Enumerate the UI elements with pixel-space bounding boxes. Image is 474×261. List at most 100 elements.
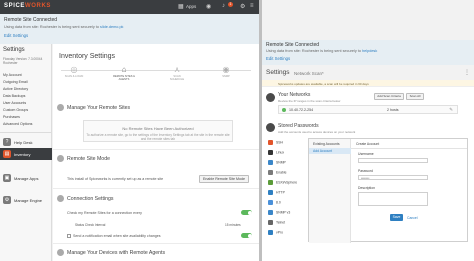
protocol-item[interactable]: SNMP [268, 160, 286, 165]
user-icon[interactable]: ◉ [206, 3, 211, 10]
sidebar-item-outgoing-email[interactable]: Outgoing Email [3, 80, 28, 84]
banner-subtitle-site: Rochester [301, 49, 320, 53]
scan-icon: ◎ [70, 65, 78, 74]
username-input[interactable] [358, 158, 428, 163]
check-connection-label: Check my Remote Sites for a connection e… [67, 211, 142, 215]
no-remote-sites-box: No Remote Sites Have Been Authorized To … [83, 120, 233, 142]
protocol-icon [268, 140, 273, 145]
sidebar-nav-manage-apps[interactable]: ▣ Manage Apps [0, 172, 52, 184]
edit-settings-link[interactable]: Edit Settings [4, 33, 28, 38]
antenna-icon: ⋏ [174, 65, 180, 74]
tab-remote-sites[interactable]: ⌂ REMOTE SITES & AGENTS [113, 65, 135, 81]
sidebar-title: Settings [3, 47, 25, 53]
update-notice: Spiceworks updates are available, a scan… [262, 80, 474, 87]
enable-remote-site-mode-button[interactable]: Enable Remote Site Mode [199, 175, 249, 183]
no-remote-sites-subtitle: To authorize a remote site, go to the se… [86, 133, 230, 141]
inventory-icon: ▤ [3, 150, 11, 158]
apps-grid-icon[interactable]: ▦ [178, 3, 184, 10]
scan-all-button[interactable]: Scan All [406, 93, 424, 100]
settings-title: Settings [266, 69, 290, 76]
tab-label: SCAN SCHEDULE [169, 75, 185, 81]
cancel-link[interactable]: Cancel [407, 216, 418, 220]
description-label: Description [358, 186, 375, 190]
your-networks-subtitle: Review the IP ranges in the scan criteri… [278, 99, 341, 103]
spiceworks-logo[interactable]: SPICEWORKS [4, 3, 51, 9]
check-connection-toggle[interactable] [241, 210, 252, 215]
protocol-item[interactable]: SSH [268, 140, 283, 145]
description-input[interactable] [358, 192, 428, 206]
sidebar-nav-inventory[interactable]: ▤ Inventory [0, 148, 52, 160]
existing-accounts-column: Existing Accounts Add Account [309, 139, 351, 243]
notification-badge: 1 [228, 2, 233, 7]
left-window: SPICEWORKS ▦ Apps ◉ ♪ 1 ⚙ ≡ Remote Site … [0, 0, 259, 261]
protocol-item[interactable]: SNMP v3 [268, 210, 290, 215]
notify-toggle[interactable] [241, 233, 252, 238]
protocol-item[interactable]: HTTP [268, 190, 285, 195]
tab-snmp[interactable]: ◉ SNMP [215, 65, 237, 78]
sidebar-item-advanced-options[interactable]: Advanced Options [3, 122, 32, 126]
username-label: Username [358, 152, 374, 156]
tab-scan-login[interactable]: ◎ SCAN & LOGIN [63, 65, 85, 78]
protocol-label: 8.0 [276, 200, 281, 205]
sidebar-item-active-directory[interactable]: Active Directory [3, 87, 28, 91]
protocol-item[interactable]: Linux [268, 150, 284, 155]
add-scan-criteria-button[interactable]: Add Scan Criteria [374, 93, 404, 100]
apps-link[interactable]: Apps [186, 4, 196, 9]
apps-icon: ▣ [3, 174, 11, 182]
banner-target-link[interactable]: slide.demo.pk [100, 25, 123, 29]
protocol-item[interactable]: Enable [268, 170, 287, 175]
add-account-item[interactable]: Add Account [309, 148, 351, 154]
page-title: Inventory Settings [59, 53, 116, 60]
manage-remote-sites-label: Manage Your Remote Sites [67, 104, 131, 111]
banner-title: Remote Site Connected [266, 42, 320, 48]
protocol-item[interactable]: vPro [268, 230, 283, 235]
protocol-icon [268, 190, 273, 195]
protocol-icon [268, 230, 273, 235]
account-editor-panel: Existing Accounts Add Account Create Acc… [308, 138, 468, 243]
remote-sites-section-icon [57, 104, 64, 111]
sidebar-nav-help-desk[interactable]: ? Help Desk [0, 136, 52, 148]
snmp-icon: ◉ [222, 65, 230, 74]
divider [53, 149, 259, 150]
sidebar-nav-manage-engine[interactable]: ⚙ Manage Engine [0, 194, 52, 206]
protocol-item[interactable]: 8.0 [268, 200, 281, 205]
banner-subtitle-site: Rochester [39, 25, 58, 29]
notify-checkbox[interactable] [67, 234, 71, 238]
save-button[interactable]: Save [390, 214, 403, 221]
manage-agents-heading: Manage Your Devices with Remote Agents [57, 249, 165, 256]
sidebar-item-custom-groups[interactable]: Custom Groups [3, 108, 28, 112]
remote-site-banner: Remote Site Connected Using data from si… [0, 14, 259, 44]
status-interval-label: Status Check Interval [75, 223, 106, 227]
sidebar-item-user-accounts[interactable]: User Accounts [3, 101, 26, 105]
bell-icon[interactable]: ♪ [222, 3, 225, 9]
network-entry-row[interactable]: 10.40.72.2-254 2 hosts ✎ [278, 105, 458, 114]
network-status-icon [282, 108, 286, 112]
notify-label: Send a notification email when site avai… [73, 234, 161, 238]
sidebar-item-my-account[interactable]: My Account [3, 73, 22, 77]
remote-site-banner-right: Remote Site Connected Using data from si… [262, 40, 474, 65]
more-icon[interactable]: ⋮ [464, 69, 470, 76]
menu-icon[interactable]: ≡ [250, 3, 254, 9]
protocol-item[interactable]: Telnet [268, 220, 285, 225]
tab-label: SCAN & LOGIN [64, 75, 84, 78]
gear-icon[interactable]: ⚙ [240, 3, 245, 10]
protocol-item[interactable]: ESXi/vSphere [268, 180, 297, 185]
tab-scan-schedule[interactable]: ⋏ SCAN SCHEDULE [166, 65, 188, 81]
logo-accent-text: WORKS [25, 3, 52, 9]
protocol-label: vPro [276, 230, 283, 235]
banner-target-link[interactable]: helpdesk [362, 49, 377, 53]
remote-sites-icon: ⌂ [121, 65, 127, 74]
inventory-settings-main: Inventory Settings ◎ SCAN & LOGIN ⌂ REMO… [53, 44, 259, 261]
sidebar-item-data-backups[interactable]: Data Backups [3, 94, 25, 98]
sidebar-nav-label: Manage Engine [14, 197, 43, 203]
remote-site-mode-heading: Remote Site Mode [57, 155, 110, 162]
edit-settings-link[interactable]: Edit Settings [266, 56, 290, 61]
password-input[interactable]: •••••••• [358, 175, 428, 180]
edit-network-icon[interactable]: ✎ [449, 107, 453, 113]
protocol-icon [268, 170, 273, 175]
add-account-label: Add Account [313, 149, 333, 153]
sidebar-item-purchases[interactable]: Purchases [3, 115, 20, 119]
no-remote-sites-title: No Remote Sites Have Been Authorized [122, 126, 194, 131]
status-interval-select[interactable]: 15 minutes [225, 223, 241, 227]
protocol-icon [268, 160, 273, 165]
